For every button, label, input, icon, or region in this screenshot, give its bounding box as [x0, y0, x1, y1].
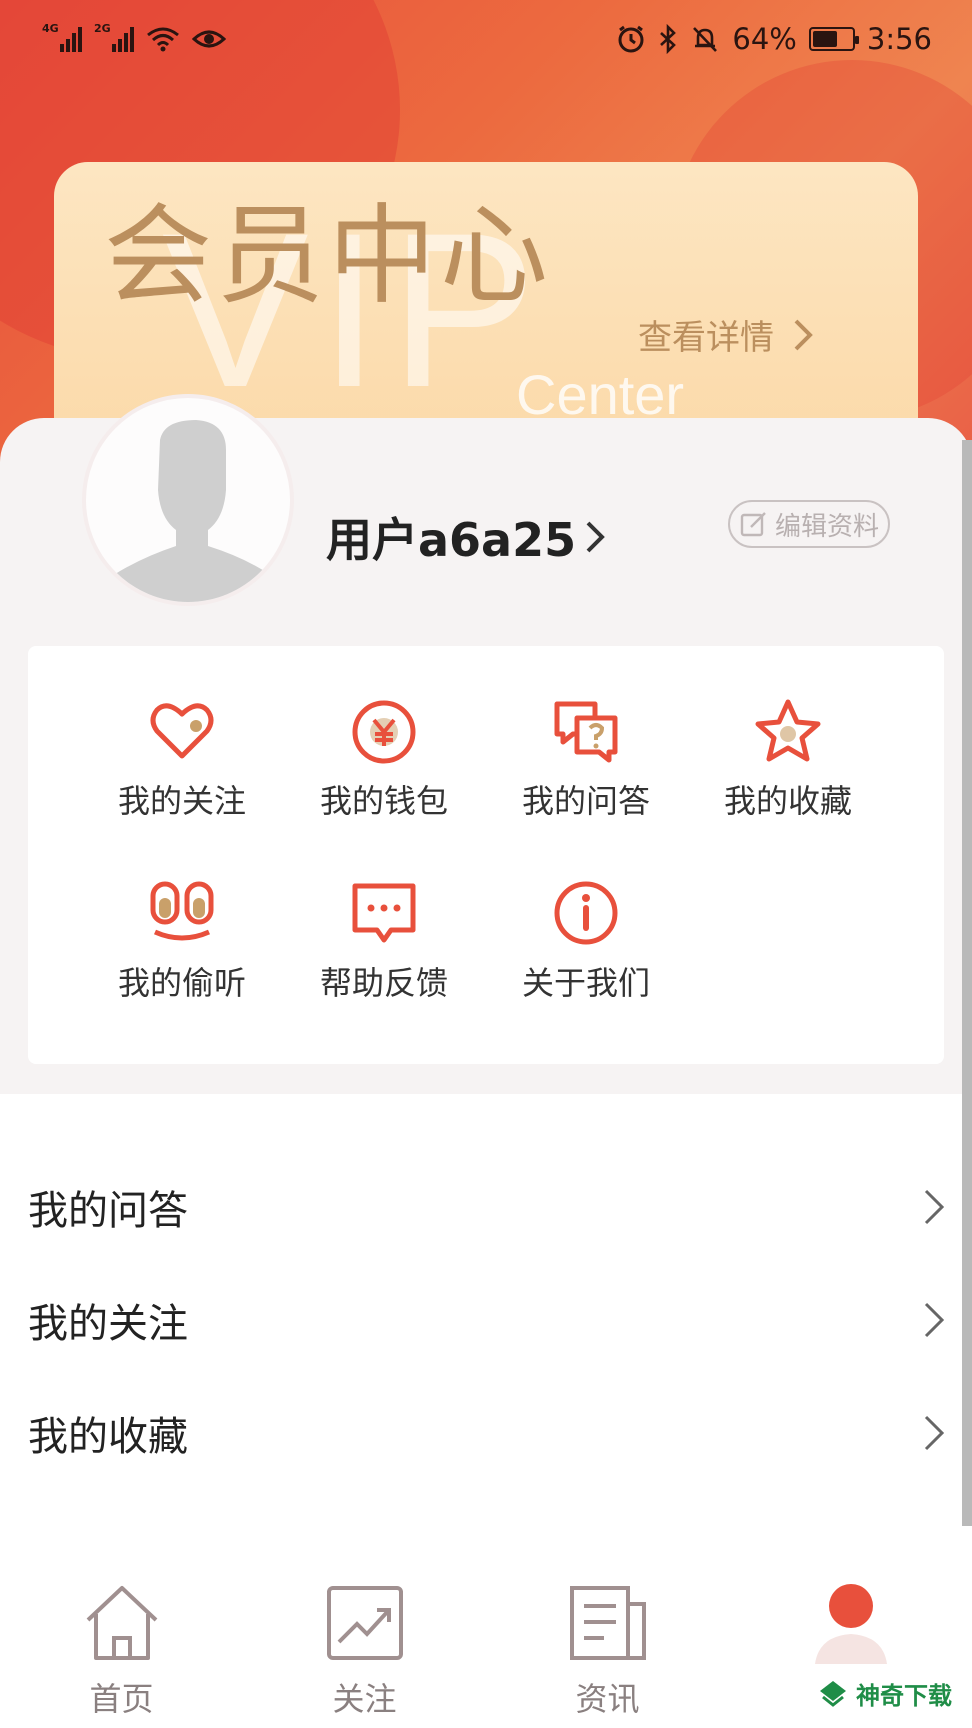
- grid-item-listen[interactable]: 我的偷听: [82, 878, 282, 1028]
- feedback-icon: [352, 883, 416, 943]
- grid-item-label: 关于我们: [521, 964, 650, 1002]
- tab-label: 首页: [89, 1680, 154, 1718]
- tab-follow[interactable]: 关注: [243, 1526, 486, 1728]
- battery-percent: 64%: [732, 22, 797, 56]
- grid-item-about[interactable]: 关于我们: [486, 878, 686, 1028]
- grid-item-follow[interactable]: 我的关注: [82, 696, 282, 846]
- clock-time: 3:56: [866, 22, 932, 56]
- grid-item-qa[interactable]: 我的问答: [486, 696, 686, 846]
- default-avatar-icon: [112, 420, 272, 602]
- shortcut-grid: 我的关注 我的钱包 我的问答 我的收藏 我的偷听 帮助反馈 关于我们: [28, 646, 944, 1064]
- chevron-right-icon: [586, 521, 605, 553]
- grid-item-wallet[interactable]: 我的钱包: [284, 696, 484, 846]
- signal-4g-icon: 4G: [42, 22, 82, 52]
- grid-item-favorites[interactable]: 我的收藏: [688, 696, 888, 846]
- list-item[interactable]: 我的问答: [0, 1150, 972, 1263]
- wifi-icon: [147, 27, 179, 52]
- brand-name: 神奇下载: [856, 1682, 952, 1710]
- vip-details-label: 查看详情: [638, 318, 774, 358]
- status-right: 64% 3:56: [616, 22, 932, 56]
- grid-item-feedback[interactable]: 帮助反馈: [284, 878, 484, 1028]
- list-item-label: 我的关注: [28, 1300, 188, 1347]
- battery-icon: [808, 27, 859, 51]
- status-left: 4G 2G: [42, 22, 226, 53]
- tab-label: 资讯: [575, 1680, 640, 1718]
- brand-logo-icon: [820, 1680, 846, 1707]
- edit-profile-button[interactable]: 编辑资料: [728, 500, 890, 548]
- news-icon: [569, 1586, 646, 1660]
- listen-icon: [150, 881, 214, 941]
- bluetooth-icon: [660, 24, 677, 54]
- qa-chat-icon: [554, 701, 618, 763]
- grid-item-label: 我的偷听: [117, 964, 246, 1002]
- vip-details-link[interactable]: 查看详情: [638, 310, 814, 359]
- menu-list: 我的问答 我的关注 我的收藏 帮助与反馈: [0, 1150, 972, 1530]
- brand-watermark: 神奇下载: [818, 1676, 952, 1711]
- edit-profile-label: 编辑资料: [774, 511, 879, 542]
- grid-item-label: 我的问答: [521, 782, 650, 820]
- list-item[interactable]: 我的收藏: [0, 1376, 972, 1489]
- edit-icon: [740, 512, 766, 537]
- chevron-right-icon: [924, 1189, 945, 1224]
- network-type: 4G: [42, 22, 59, 35]
- tab-home[interactable]: 首页: [0, 1526, 243, 1728]
- mute-bell-icon: [693, 27, 718, 52]
- chevron-right-icon: [794, 319, 813, 350]
- signal-2g-icon: 2G: [94, 22, 134, 52]
- grid-item-label: 帮助反馈: [319, 964, 448, 1002]
- username-link[interactable]: 用户a6a25: [326, 504, 608, 570]
- battery-level: [812, 31, 838, 47]
- home-icon: [86, 1586, 157, 1660]
- avatar[interactable]: [82, 394, 294, 606]
- tab-news[interactable]: 资讯: [486, 1526, 729, 1728]
- wallet-yuan-icon: [352, 700, 416, 764]
- heart-icon: [150, 703, 214, 759]
- chevron-right-icon: [924, 1302, 945, 1337]
- star-icon: [755, 699, 821, 762]
- network-type: 2G: [94, 22, 111, 35]
- status-bar: 4G 2G 64% 3:56: [0, 0, 972, 78]
- list-item[interactable]: 帮助与反馈: [0, 1489, 972, 1530]
- chevron-right-icon: [924, 1415, 945, 1450]
- grid-item-label: 我的关注: [117, 782, 246, 820]
- vip-title: 会员中心: [104, 194, 553, 319]
- trend-chart-icon: [326, 1586, 403, 1660]
- grid-item-label: 我的钱包: [319, 782, 448, 820]
- username: 用户a6a25: [326, 513, 577, 567]
- alarm-icon: [618, 25, 644, 53]
- list-item[interactable]: 我的关注: [0, 1263, 972, 1376]
- tab-label: 关注: [332, 1680, 397, 1718]
- list-item-label: 我的问答: [28, 1187, 188, 1234]
- info-icon: [554, 881, 618, 945]
- grid-item-label: 我的收藏: [723, 782, 852, 820]
- eye-icon: [192, 30, 226, 48]
- scrollbar[interactable]: [962, 440, 972, 1526]
- list-item-label: 我的收藏: [28, 1413, 188, 1460]
- user-icon: [814, 1584, 887, 1664]
